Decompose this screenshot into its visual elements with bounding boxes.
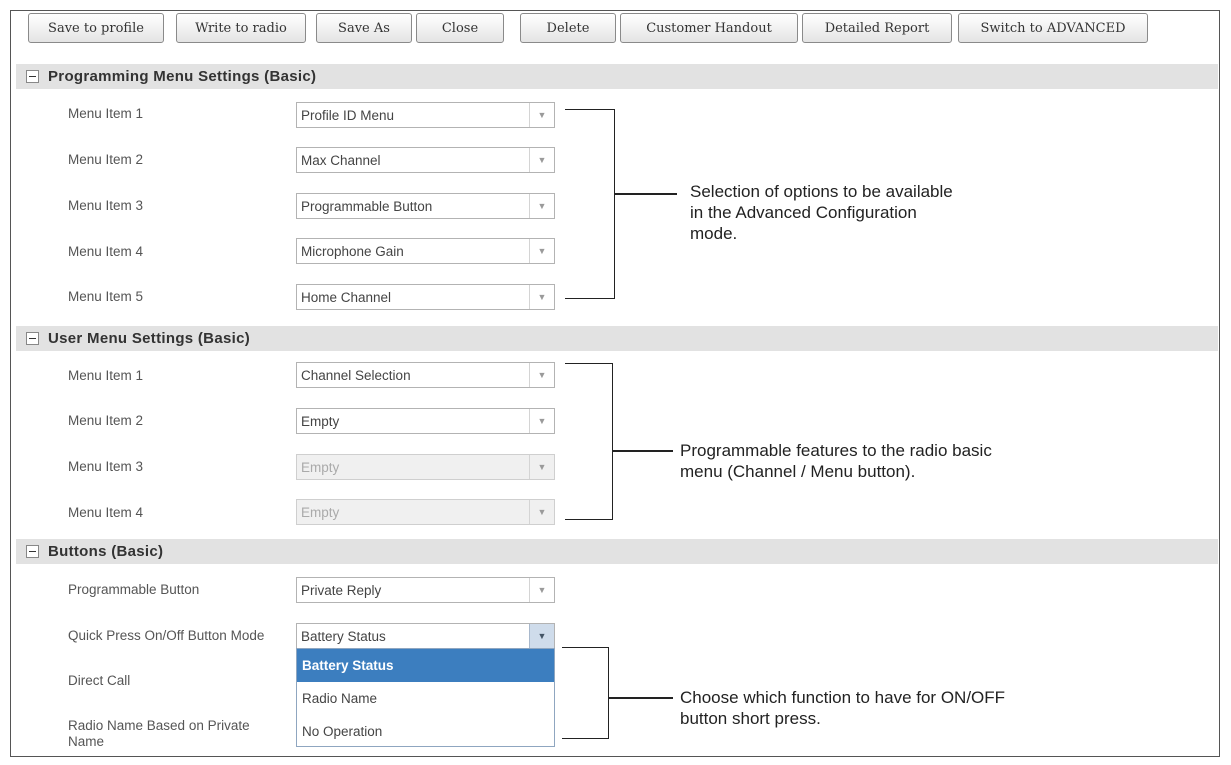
user-menu-item-1-select[interactable]: Channel Selection ▼ xyxy=(296,362,555,388)
chevron-down-icon[interactable]: ▼ xyxy=(529,363,554,387)
buttons-callout-note: Choose which function to have for ON/OFF… xyxy=(680,688,1006,728)
customer-handout-button[interactable]: Customer Handout xyxy=(620,13,798,43)
save-to-profile-button[interactable]: Save to profile xyxy=(28,13,164,43)
radio-name-label: Radio Name Based on Private Name xyxy=(68,718,250,749)
quick-press-select[interactable]: Battery Status ▼ xyxy=(296,623,555,649)
close-button[interactable]: Close xyxy=(416,13,504,43)
chevron-down-icon[interactable]: ▼ xyxy=(529,239,554,263)
chevron-down-icon[interactable]: ▼ xyxy=(529,624,554,648)
save-as-button[interactable]: Save As xyxy=(316,13,412,43)
user-menu-item-2-select[interactable]: Empty ▼ xyxy=(296,408,555,434)
dropdown-option-no-operation[interactable]: No Operation xyxy=(297,715,554,748)
section-title: User Menu Settings (Basic) xyxy=(48,330,251,347)
delete-button[interactable]: Delete xyxy=(520,13,616,43)
user-menu-item-4-select: Empty ▼ xyxy=(296,499,555,525)
programming-menu-item-2-select[interactable]: Max Channel ▼ xyxy=(296,147,555,173)
programmable-button-label: Programmable Button xyxy=(68,582,200,597)
section-title: Programming Menu Settings (Basic) xyxy=(48,68,317,85)
chevron-down-icon[interactable]: ▼ xyxy=(529,578,554,602)
dropdown-option-radio-name[interactable]: Radio Name xyxy=(297,682,554,715)
programming-callout-note: Selection of options to be available in … xyxy=(690,182,953,243)
quick-press-label: Quick Press On/Off Button Mode xyxy=(68,628,265,643)
chevron-down-icon[interactable]: ▼ xyxy=(529,194,554,218)
user-menu-item-1-label: Menu Item 1 xyxy=(68,368,144,383)
user-menu-item-3-select: Empty ▼ xyxy=(296,454,555,480)
dropdown-option-battery-status[interactable]: Battery Status xyxy=(297,649,554,682)
programming-menu-item-3-select[interactable]: Programmable Button ▼ xyxy=(296,193,555,219)
chevron-down-icon: ▼ xyxy=(529,500,554,524)
user-menu-callout-note: Programmable features to the radio basic… xyxy=(680,441,992,481)
direct-call-label: Direct Call xyxy=(68,673,131,688)
programming-menu-header[interactable]: Programming Menu Settings (Basic) xyxy=(16,64,1218,89)
programming-menu-item-1-label: Menu Item 1 xyxy=(68,106,144,121)
collapse-icon[interactable] xyxy=(26,70,39,83)
programming-menu-item-3-label: Menu Item 3 xyxy=(68,198,144,213)
programming-menu-item-5-label: Menu Item 5 xyxy=(68,289,144,304)
user-menu-callout-bracket xyxy=(565,363,613,520)
programming-callout-bracket xyxy=(565,109,615,299)
chevron-down-icon[interactable]: ▼ xyxy=(529,148,554,172)
chevron-down-icon[interactable]: ▼ xyxy=(529,409,554,433)
section-title: Buttons (Basic) xyxy=(48,543,164,560)
user-menu-item-3-label: Menu Item 3 xyxy=(68,459,144,474)
user-menu-item-4-label: Menu Item 4 xyxy=(68,505,144,520)
write-to-radio-button[interactable]: Write to radio xyxy=(176,13,306,43)
user-menu-callout-line xyxy=(613,450,673,452)
programmable-button-select[interactable]: Private Reply ▼ xyxy=(296,577,555,603)
user-menu-item-2-label: Menu Item 2 xyxy=(68,413,144,428)
programming-menu-item-4-select[interactable]: Microphone Gain ▼ xyxy=(296,238,555,264)
collapse-icon[interactable] xyxy=(26,332,39,345)
programming-menu-item-1-select[interactable]: Profile ID Menu ▼ xyxy=(296,102,555,128)
buttons-header[interactable]: Buttons (Basic) xyxy=(16,539,1218,564)
programming-callout-line xyxy=(615,193,677,195)
programming-menu-item-2-label: Menu Item 2 xyxy=(68,152,144,167)
collapse-icon[interactable] xyxy=(26,545,39,558)
programming-menu-item-5-select[interactable]: Home Channel ▼ xyxy=(296,284,555,310)
buttons-callout-bracket xyxy=(562,647,609,739)
chevron-down-icon[interactable]: ▼ xyxy=(529,103,554,127)
user-menu-header[interactable]: User Menu Settings (Basic) xyxy=(16,326,1218,351)
detailed-report-button[interactable]: Detailed Report xyxy=(802,13,952,43)
chevron-down-icon: ▼ xyxy=(529,455,554,479)
switch-advanced-button[interactable]: Switch to ADVANCED xyxy=(958,13,1148,43)
chevron-down-icon[interactable]: ▼ xyxy=(529,285,554,309)
quick-press-dropdown-list: Battery Status Radio Name No Operation xyxy=(296,648,555,747)
buttons-callout-line xyxy=(609,697,673,699)
programming-menu-item-4-label: Menu Item 4 xyxy=(68,244,144,259)
settings-window xyxy=(10,10,1220,757)
